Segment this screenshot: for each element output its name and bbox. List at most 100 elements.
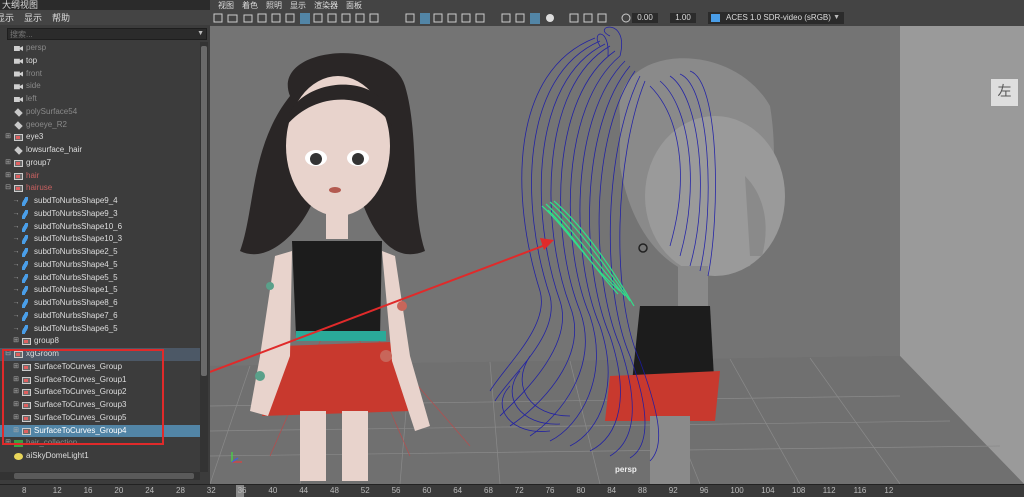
outliner-item[interactable]: ⊟ hairuse xyxy=(0,182,200,195)
gear-icon xyxy=(621,13,631,23)
outliner-item[interactable]: ⊞ hair xyxy=(0,170,200,183)
curve-icon xyxy=(22,235,28,245)
outliner-item-label: subdToNurbsShape10_3 xyxy=(34,234,123,244)
curve-icon xyxy=(22,248,28,257)
wireframe-icon xyxy=(405,13,415,23)
timeline-tick-label: 16 xyxy=(83,486,93,495)
menu-show[interactable]: 显示 xyxy=(24,11,42,24)
outliner-item[interactable]: side xyxy=(0,80,200,93)
outliner-item[interactable]: persp xyxy=(0,42,200,55)
xray-icon xyxy=(583,13,593,23)
outliner-item[interactable]: → subdToNurbsShape10_3 xyxy=(0,233,200,246)
menu-renderer[interactable]: 渲染器 xyxy=(314,0,338,11)
outliner-item[interactable]: aiSkyDomeLight1 xyxy=(0,450,200,463)
outliner-item[interactable]: → subdToNurbsShape8_6 xyxy=(0,297,200,310)
menu-panels[interactable]: 面板 xyxy=(346,0,362,11)
exposure-field[interactable]: 0.00 xyxy=(632,13,658,23)
outliner-item[interactable]: lowsurface_hair xyxy=(0,144,200,157)
camera-icon xyxy=(14,46,23,51)
chevron-down-icon: ▼ xyxy=(833,14,840,21)
view-cube[interactable]: 左 xyxy=(990,78,1019,107)
expand-icon[interactable]: ⊞ xyxy=(12,335,20,348)
outliner-item-label: aiSkyDomeLight1 xyxy=(26,451,89,460)
outliner-item[interactable]: front xyxy=(0,68,200,81)
expand-icon[interactable]: ⊞ xyxy=(4,157,12,170)
collapse-icon[interactable]: ⊟ xyxy=(4,182,12,195)
curve-icon xyxy=(22,286,28,296)
outliner-horizontal-scrollbar[interactable] xyxy=(0,472,200,480)
gamma-field[interactable]: 1.00 xyxy=(670,13,696,23)
timeline-tick-label: 80 xyxy=(576,486,586,495)
tree-branch-icon: → xyxy=(12,209,20,217)
outliner-item-label: top xyxy=(26,55,38,65)
outliner-panel: 大纲视图 显示 显示 帮助 ▼ persp top front side left pol… xyxy=(0,0,211,484)
outliner-item-label: subdToNurbsShape10_6 xyxy=(34,221,123,231)
outliner-item[interactable]: → subdToNurbsShape4_5 xyxy=(0,259,200,272)
timeline-tick-label: 68 xyxy=(484,486,493,495)
menu-shading[interactable]: 着色 xyxy=(242,0,258,11)
tree-branch-icon: → xyxy=(12,235,20,243)
menu-display[interactable]: 显示 xyxy=(0,11,14,24)
outliner-item[interactable]: ⊞ group7 xyxy=(0,157,200,170)
curve-icon xyxy=(22,209,28,219)
timeline-tick-label: 112 xyxy=(822,486,836,495)
tree-branch-icon: → xyxy=(12,222,20,230)
curve-icon xyxy=(22,324,28,334)
timeline-tick-label: 72 xyxy=(514,486,524,495)
timeline-tick-label: 56 xyxy=(391,486,401,495)
outliner-item-label: subdToNurbsShape6_5 xyxy=(34,323,118,333)
3d-viewport[interactable]: 左 xyxy=(210,26,1024,484)
outliner-item[interactable]: geoeye_R2 xyxy=(0,119,200,132)
expand-icon[interactable]: ⊞ xyxy=(4,131,12,144)
tree-branch-icon: → xyxy=(12,311,20,319)
field-chart-icon xyxy=(355,13,365,23)
scrollbar-thumb[interactable] xyxy=(201,46,207,376)
timeline-tick-label: 60 xyxy=(422,486,432,495)
menu-lighting[interactable]: 照明 xyxy=(266,0,282,11)
outliner-item[interactable]: → subdToNurbsShape7_6 xyxy=(0,310,200,323)
timeline-tick-label: 64 xyxy=(453,486,463,495)
mesh-icon xyxy=(14,108,23,117)
outliner-item[interactable]: ⊞ eye3 xyxy=(0,131,200,144)
timeline[interactable]: 8 12 16 20 24 28 32 36 40 44 48 52 56 60 64 68 72 76 80 84 8… xyxy=(0,484,1024,497)
timeline-tick-label: 76 xyxy=(545,486,555,495)
group-icon xyxy=(22,338,31,346)
search-input[interactable] xyxy=(8,29,190,40)
timeline-tick-label: 116 xyxy=(853,486,867,495)
outliner-item[interactable]: top xyxy=(0,55,200,68)
outliner-item-label: persp xyxy=(26,43,47,52)
outliner-item[interactable]: polySurface54 xyxy=(0,106,200,119)
outliner-item[interactable]: ⊞ group8 xyxy=(0,335,200,348)
scrollbar-thumb[interactable] xyxy=(14,473,194,479)
menu-help[interactable]: 帮助 xyxy=(52,11,70,24)
timeline-tick-label: 12 xyxy=(52,486,62,495)
outliner-vertical-scrollbar[interactable] xyxy=(200,42,208,472)
timeline-tick-label: 104 xyxy=(761,486,775,495)
antialias-icon xyxy=(515,13,525,23)
outliner-item-label: hair xyxy=(26,170,40,180)
outliner-item[interactable]: → subdToNurbsShape5_5 xyxy=(0,272,200,285)
menu-view[interactable]: 视图 xyxy=(218,0,234,11)
outliner-item[interactable]: → subdToNurbsShape9_4 xyxy=(0,195,200,208)
viewport-toolbar: 0.00 1.00 ACES 1.0 SDR-video (sRGB) ▼ xyxy=(210,11,1024,26)
color-management-select[interactable]: ACES 1.0 SDR-video (sRGB) ▼ xyxy=(708,12,844,24)
timeline-tick-label: 32 xyxy=(206,486,216,495)
outliner-item[interactable]: → subdToNurbsShape9_3 xyxy=(0,208,200,221)
camera-icon xyxy=(14,84,23,90)
outliner-item[interactable]: left xyxy=(0,93,200,106)
lock-icon xyxy=(243,14,253,23)
outliner-item-label: front xyxy=(26,68,43,78)
outliner-item[interactable]: → subdToNurbsShape2_5 xyxy=(0,246,200,259)
menu-show[interactable]: 显示 xyxy=(290,0,306,11)
outliner-item[interactable]: → subdToNurbsShape1_5 xyxy=(0,284,200,297)
expand-icon[interactable]: ⊞ xyxy=(4,170,12,183)
camera-icon xyxy=(14,71,23,77)
outliner-item[interactable]: → subdToNurbsShape6_5 xyxy=(0,323,200,336)
chevron-down-icon[interactable]: ▼ xyxy=(197,30,204,37)
curve-icon xyxy=(22,273,28,283)
outliner-item-label: subdToNurbsShape5_5 xyxy=(34,272,118,282)
camera-icon xyxy=(14,58,23,64)
outliner-item[interactable]: → subdToNurbsShape10_6 xyxy=(0,221,200,234)
select-camera-icon xyxy=(213,13,223,23)
curve-icon xyxy=(22,299,28,308)
